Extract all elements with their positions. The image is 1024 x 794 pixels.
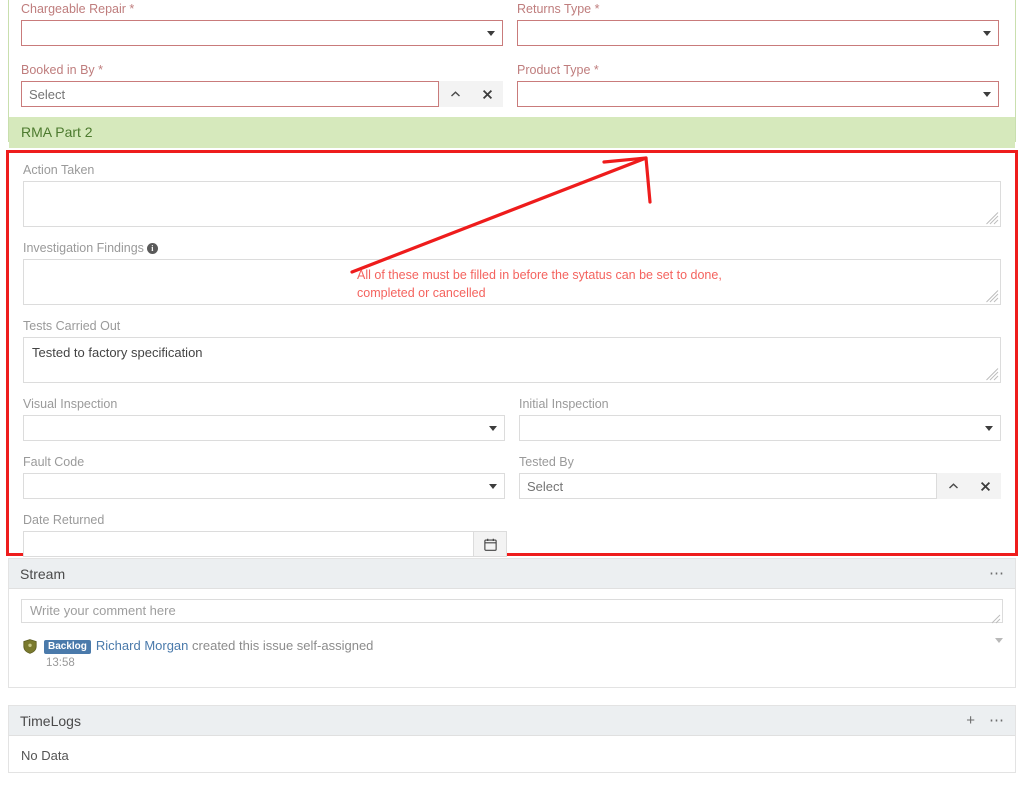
form-row-2: Booked in By * Select Product Type * xyxy=(21,62,1003,107)
timelogs-empty-text: No Data xyxy=(21,748,69,763)
stream-title: Stream xyxy=(20,565,66,582)
tests-carried-out-wrap xyxy=(23,337,1001,383)
timelogs-header: TimeLogs + ⋯ xyxy=(9,706,1015,736)
stream-item-line: Backlog Richard Morgan created this issue… xyxy=(44,638,1003,654)
chevron-down-icon xyxy=(489,484,497,489)
field-tests-carried-out: Tests Carried Out xyxy=(23,318,1001,383)
booked-in-by-label: Booked in By * xyxy=(21,63,103,77)
rma-part1-card: Chargeable Repair * Returns Type * Booke… xyxy=(8,0,1016,148)
returns-type-label: Returns Type * xyxy=(517,2,600,16)
field-product-type: Product Type * xyxy=(517,62,999,107)
visual-inspection-value xyxy=(24,416,504,440)
chevron-down-icon xyxy=(983,92,991,97)
field-tested-by: Tested By xyxy=(519,454,1001,499)
rma-part2-fields: Action Taken Investigation Findings i Te… xyxy=(9,153,1015,557)
product-type-label: Product Type * xyxy=(517,63,599,77)
status-badge: Backlog xyxy=(44,640,91,654)
date-returned-label: Date Returned xyxy=(23,513,105,527)
ellipsis-icon[interactable]: ⋯ xyxy=(989,713,1004,728)
field-returns-type: Returns Type * xyxy=(517,1,999,46)
action-taken-wrap xyxy=(23,181,1001,227)
rma-part2-panel: Action Taken Investigation Findings i Te… xyxy=(6,150,1018,557)
form-row-1: Chargeable Repair * Returns Type * xyxy=(21,1,1003,46)
product-type-select[interactable] xyxy=(517,81,999,107)
stream-card: Stream ⋯ Backlog Richard Morgan created t… xyxy=(8,558,1016,688)
info-icon[interactable]: i xyxy=(146,243,158,254)
field-action-taken: Action Taken xyxy=(23,162,1001,227)
chevron-down-icon[interactable] xyxy=(995,638,1003,643)
booked-in-by-expand-button[interactable] xyxy=(439,81,471,107)
visual-inspection-select[interactable] xyxy=(23,415,505,441)
returns-type-value xyxy=(518,21,998,45)
timelogs-card: TimeLogs + ⋯ No Data xyxy=(8,705,1016,773)
fault-code-label: Fault Code xyxy=(23,455,85,469)
shield-icon xyxy=(23,639,37,654)
date-returned-control xyxy=(23,531,507,557)
fault-tested-row: Fault Code Tested By xyxy=(23,454,1001,499)
investigation-findings-label: Investigation Findings i xyxy=(23,240,1001,259)
field-booked-in-by: Booked in By * xyxy=(21,62,503,107)
field-chargeable-repair: Chargeable Repair * xyxy=(21,1,503,46)
chargeable-repair-label: Chargeable Repair * xyxy=(21,2,135,16)
field-investigation-findings: Investigation Findings i xyxy=(23,240,1001,305)
stream-header: Stream ⋯ xyxy=(9,559,1015,589)
chevron-down-icon xyxy=(489,426,497,431)
comment-input[interactable] xyxy=(21,599,1003,623)
tested-by-label: Tested By xyxy=(519,455,574,469)
chargeable-repair-value xyxy=(22,21,502,45)
chevron-down-icon xyxy=(983,31,991,36)
returns-type-select[interactable] xyxy=(517,20,999,46)
rma-detail-page: Chargeable Repair * Returns Type * Booke… xyxy=(0,0,1024,794)
ellipsis-icon[interactable]: ⋯ xyxy=(989,566,1004,581)
fault-code-value xyxy=(24,474,504,498)
tested-by-lookup xyxy=(519,473,1001,499)
stream-item-text: created this issue self-assigned xyxy=(192,638,374,653)
investigation-findings-textarea[interactable] xyxy=(23,259,1001,305)
initial-inspection-label: Initial Inspection xyxy=(519,397,609,411)
fault-code-select[interactable] xyxy=(23,473,505,499)
initial-inspection-select[interactable] xyxy=(519,415,1001,441)
investigation-findings-wrap xyxy=(23,259,1001,305)
chevron-down-icon xyxy=(487,31,495,36)
field-fault-code: Fault Code xyxy=(23,454,505,499)
stream-item-time: 13:58 xyxy=(46,657,75,669)
booked-in-by-clear-button[interactable] xyxy=(471,81,503,107)
booked-in-by-input[interactable] xyxy=(21,81,439,107)
timelogs-title: TimeLogs xyxy=(20,712,81,729)
field-date-returned: Date Returned xyxy=(23,512,1001,557)
field-initial-inspection: Initial Inspection xyxy=(519,396,1001,441)
tests-carried-out-textarea[interactable] xyxy=(23,337,1001,383)
inspection-row: Visual Inspection Initial Inspection xyxy=(23,396,1001,441)
product-type-value xyxy=(518,82,998,106)
stream-item-user[interactable]: Richard Morgan xyxy=(96,638,189,653)
chevron-down-icon xyxy=(985,426,993,431)
stream-item: Backlog Richard Morgan created this issue… xyxy=(21,626,1003,669)
stream-body: Backlog Richard Morgan created this issue… xyxy=(9,589,1015,681)
action-taken-label: Action Taken xyxy=(23,163,95,177)
tested-by-clear-button[interactable] xyxy=(969,473,1001,499)
visual-inspection-label: Visual Inspection xyxy=(23,397,118,411)
chargeable-repair-select[interactable] xyxy=(21,20,503,46)
rma-part1-body: Chargeable Repair * Returns Type * Booke… xyxy=(9,0,1015,107)
comment-box xyxy=(21,599,1003,626)
investigation-findings-label-text: Investigation Findings xyxy=(23,241,144,255)
action-taken-textarea[interactable] xyxy=(23,181,1001,227)
date-returned-input[interactable] xyxy=(23,531,473,557)
initial-inspection-value xyxy=(520,416,1000,440)
rma-part2-section-title: RMA Part 2 xyxy=(21,124,93,140)
tested-by-expand-button[interactable] xyxy=(937,473,969,499)
plus-icon[interactable]: + xyxy=(966,713,975,728)
calendar-icon[interactable] xyxy=(473,531,507,557)
tests-carried-out-label: Tests Carried Out xyxy=(23,319,121,333)
field-visual-inspection: Visual Inspection xyxy=(23,396,505,441)
tested-by-input[interactable] xyxy=(519,473,937,499)
stream-item-content: Backlog Richard Morgan created this issue… xyxy=(44,638,1003,669)
booked-in-by-lookup xyxy=(21,81,503,107)
rma-part2-section-header: RMA Part 2 xyxy=(9,117,1015,148)
